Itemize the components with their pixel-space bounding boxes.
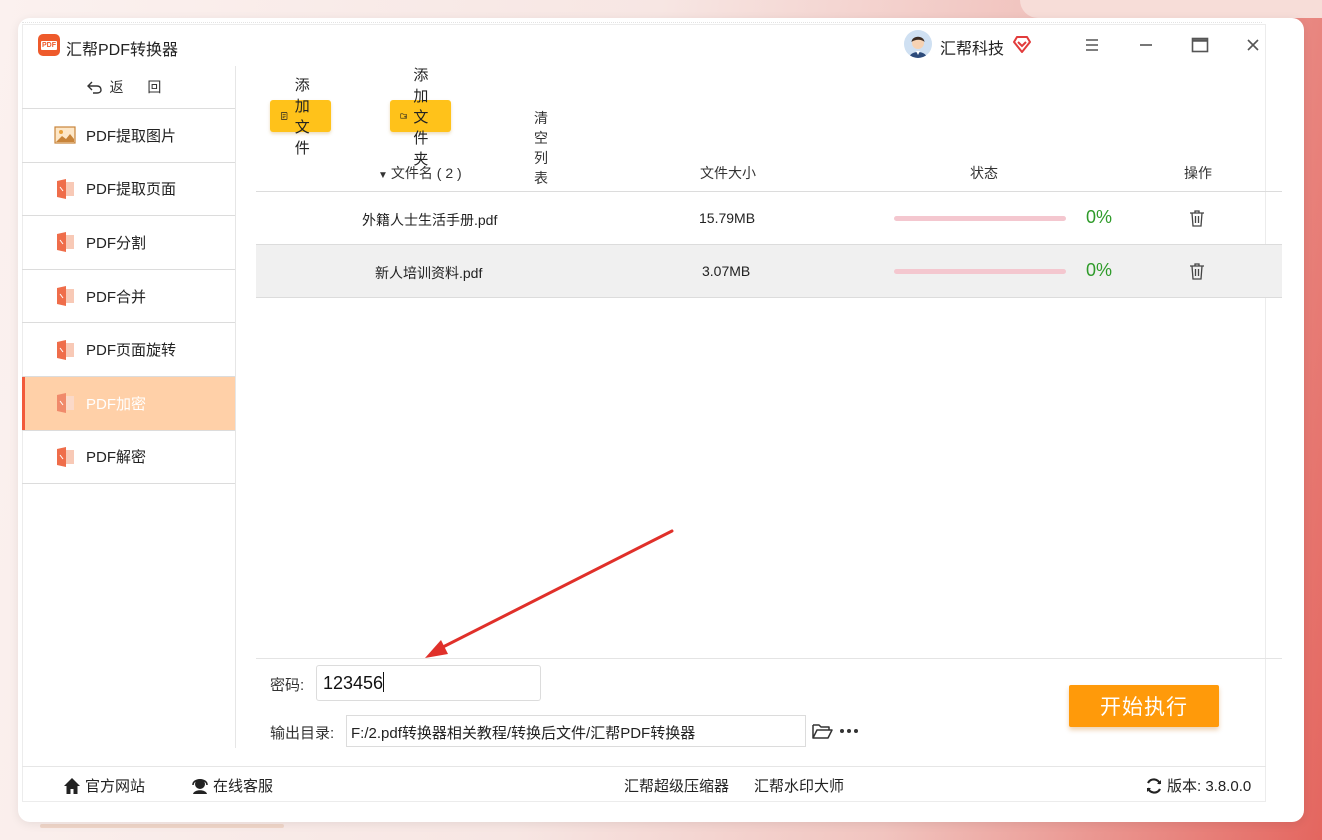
password-value: 123456 [323,673,384,693]
app-title: 汇帮PDF转换器 [66,42,179,59]
text-caret [383,672,385,692]
sidebar-item-decrypt[interactable]: PDF解密 [22,431,235,485]
progress-bar [894,269,1066,274]
filename-header[interactable]: ▼ 文件名 ( 2 ) [378,163,462,183]
user-avatar[interactable] [904,30,932,58]
add-file-button[interactable]: 添加文件 [270,77,332,157]
close-icon [1247,39,1259,51]
avatar-icon [904,30,932,58]
sidebar-item-encrypt[interactable]: PDF加密 [22,376,235,431]
password-input[interactable]: 123456 [316,665,541,701]
file-table: ▼ 文件名 ( 2 ) 文件大小 状态 操作 外籍人士生活手册.pdf 15.79… [256,150,1282,298]
filename-cell: 新人培训资料.pdf [375,265,483,281]
size-cell: 3.07MB [702,263,751,279]
filename-cell: 外籍人士生活手册.pdf [362,212,498,228]
version-label: 版本: 3.8.0.0 [1167,778,1252,795]
filename-header-label: 文件名 ( 2 ) [390,165,462,181]
image-icon [54,126,76,144]
table-header: ▼ 文件名 ( 2 ) 文件大小 状态 操作 [256,150,1282,192]
output-dir-input[interactable]: F:/2.pdf转换器相关教程/转换后文件/汇帮PDF转换器 [346,715,806,747]
settings-panel: 密码: 123456 输出目录: F:/2.pdf转换器相关教程/转换后文件/汇… [256,658,1282,766]
progress-bar [894,216,1066,221]
minimize-button[interactable] [1131,30,1161,60]
sidebar-item-extract-pages[interactable]: PDF提取页面 [22,163,235,217]
watermark-link[interactable]: 汇帮水印大师 [754,775,844,796]
table-row[interactable]: 新人培训资料.pdf 3.07MB 0% [256,245,1282,298]
footer: 官方网站 在线客服 汇帮超级压缩器 汇帮水印大师 版本: 3.8.0.0 [22,766,1266,802]
sort-caret-icon: ▼ [378,170,388,181]
add-file-icon [280,112,288,120]
sidebar-item-rotate[interactable]: PDF页面旋转 [22,323,235,377]
pdf-file-icon [57,393,74,414]
open-folder-icon[interactable] [811,721,833,741]
online-support-link[interactable]: 在线客服 [190,775,273,796]
sidebar-item-merge[interactable]: PDF合并 [22,270,235,324]
compressor-link[interactable]: 汇帮超级压缩器 [624,775,729,796]
sidebar: 返 回 PDF提取图片 PDF提取页面 PDF分割 PDF合并 PDF页面旋转 … [22,66,236,748]
official-website-label: 官方网站 [85,778,146,795]
menu-button[interactable] [1077,30,1107,60]
size-cell: 15.79MB [699,210,756,226]
minimize-icon [1140,44,1152,46]
delete-icon[interactable] [1189,262,1205,280]
sidebar-item-split[interactable]: PDF分割 [22,216,235,270]
back-arrow-icon [86,81,102,94]
sidebar-item-label: PDF提取页面 [86,181,177,199]
pdf-file-icon [57,339,74,360]
refresh-icon [1146,777,1162,794]
delete-icon[interactable] [1189,209,1205,227]
app-logo-icon: PDF [38,34,60,56]
sidebar-item-label: PDF合并 [86,288,147,306]
progress-percent: 0% [1086,260,1113,280]
sidebar-item-label: PDF页面旋转 [86,342,177,360]
official-website-link[interactable]: 官方网站 [62,775,145,796]
actions-header: 操作 [1184,165,1212,181]
output-dir-label: 输出目录: [270,725,335,742]
back-button[interactable]: 返 回 [22,66,235,109]
sidebar-item-label: PDF加密 [86,395,147,413]
pdf-file-icon [57,286,74,307]
pdf-file-icon [57,232,74,253]
app-logo-text: PDF [41,41,57,50]
sidebar-item-label: PDF提取图片 [86,127,177,145]
hamburger-icon [1086,39,1098,51]
vip-diamond-icon[interactable] [1012,34,1032,54]
pdf-file-icon [57,178,74,199]
back-label: 返 回 [109,79,172,95]
maximize-button[interactable] [1185,30,1215,60]
headset-icon [192,778,208,794]
add-file-label: 添加文件 [294,77,310,157]
add-folder-button[interactable]: 添加文件夹 [390,67,452,168]
background-decoration [40,824,284,828]
background-decoration [1020,0,1322,18]
sidebar-item-extract-images[interactable]: PDF提取图片 [22,109,235,163]
version-info[interactable]: 版本: 3.8.0.0 [1144,775,1251,796]
table-row[interactable]: 外籍人士生活手册.pdf 15.79MB 0% [256,192,1282,245]
close-button[interactable] [1238,30,1268,60]
pdf-file-icon [57,446,74,467]
size-header: 文件大小 [700,165,756,181]
maximize-icon [1191,37,1209,53]
progress-percent: 0% [1086,207,1113,227]
password-label: 密码: [270,677,305,694]
start-button[interactable]: 开始执行 [1069,685,1219,727]
online-support-label: 在线客服 [213,778,274,795]
user-name[interactable]: 汇帮科技 [940,35,1004,59]
sidebar-item-label: PDF解密 [86,449,147,467]
more-options-icon[interactable] [838,721,860,741]
home-icon [64,777,80,794]
status-header: 状态 [970,165,998,181]
sidebar-item-label: PDF分割 [86,234,147,252]
add-folder-icon [400,113,407,119]
title-bar: PDF 汇帮PDF转换器 汇帮科技 [22,26,1266,66]
